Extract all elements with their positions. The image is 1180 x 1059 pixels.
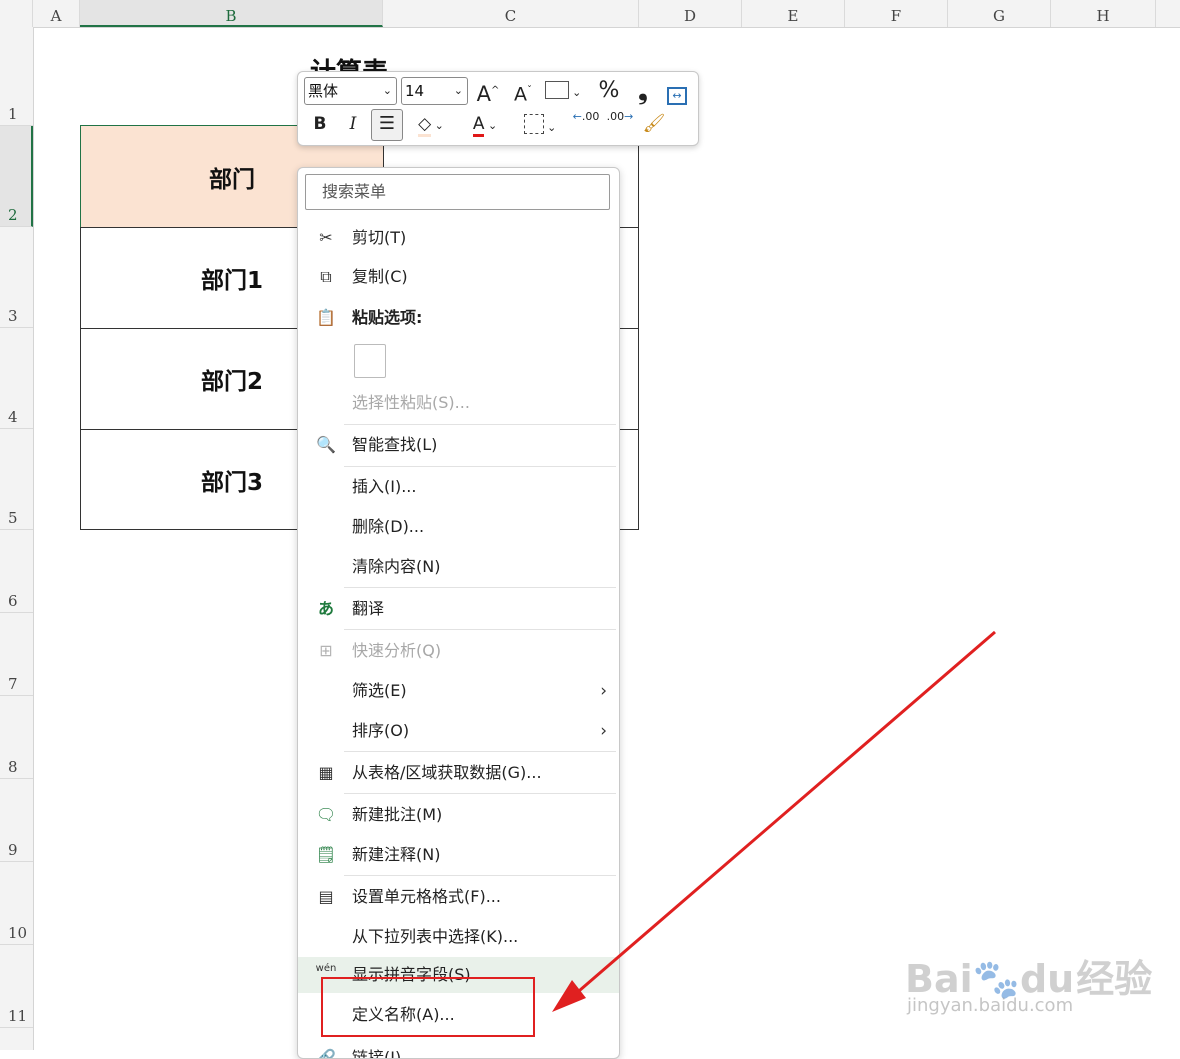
arrow-shaft bbox=[571, 630, 996, 999]
arrow-head bbox=[552, 980, 586, 1012]
watermark-url: jingyan.baidu.com bbox=[907, 995, 1074, 1016]
watermark-cn: 经验 bbox=[1076, 957, 1153, 1001]
annotation-arrow bbox=[552, 630, 996, 1012]
